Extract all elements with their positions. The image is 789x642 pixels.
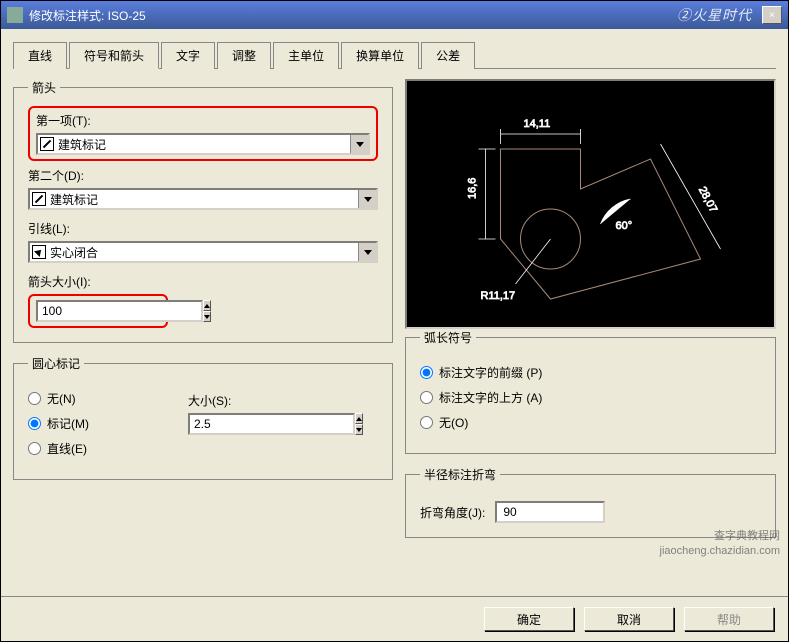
- arc-symbol-legend: 弧长符号: [420, 329, 476, 346]
- first-arrow-label: 第一项(T):: [36, 112, 370, 129]
- arc-preceding-radio[interactable]: [420, 366, 433, 379]
- arrow-size-label: 箭头大小(I):: [28, 273, 378, 290]
- arrow-size-highlight: [28, 294, 168, 328]
- tab-primary-units[interactable]: 主单位: [273, 42, 339, 69]
- solid-arrow-icon: [32, 245, 46, 259]
- arc-none-label: 无(O): [439, 414, 468, 431]
- arc-symbol-group: 弧长符号 标注文字的前缀 (P) 标注文字的上方 (A) 无(O): [405, 329, 776, 454]
- spinner-up-icon[interactable]: [203, 300, 211, 311]
- dialog-button-bar: 确定 取消 帮助: [1, 596, 788, 641]
- svg-text:R11,17: R11,17: [481, 290, 516, 302]
- arrowheads-legend: 箭头: [28, 79, 60, 96]
- arrow-size-spinner[interactable]: [36, 300, 131, 322]
- tab-fit[interactable]: 调整: [217, 42, 271, 69]
- dialog-window: 修改标注样式: ISO-25 ②火星时代 × 直线 符号和箭头 文字 调整 主单…: [0, 0, 789, 642]
- close-button[interactable]: ×: [762, 6, 782, 24]
- arch-tick-icon: [32, 192, 46, 206]
- second-arrow-label: 第二个(D):: [28, 167, 378, 184]
- window-title: 修改标注样式: ISO-25: [29, 7, 146, 24]
- titlebar: 修改标注样式: ISO-25 ②火星时代 ×: [1, 1, 788, 29]
- leader-arrow-dropdown[interactable]: 实心闭合: [28, 241, 378, 263]
- jog-angle-label: 折弯角度(J):: [420, 504, 485, 521]
- tab-tolerances[interactable]: 公差: [421, 42, 475, 69]
- dimension-preview: 14,11 16,6 28,07 60° R11,17: [405, 79, 776, 329]
- center-line-label: 直线(E): [47, 440, 87, 457]
- chevron-down-icon: [358, 190, 376, 208]
- tab-lines[interactable]: 直线: [13, 42, 67, 69]
- center-size-input[interactable]: [188, 413, 355, 435]
- chevron-down-icon: [350, 135, 368, 153]
- arc-none-radio[interactable]: [420, 416, 433, 429]
- titlebar-watermark: ②火星时代: [677, 5, 758, 25]
- ok-button[interactable]: 确定: [484, 607, 574, 631]
- tab-alt-units[interactable]: 换算单位: [341, 42, 419, 69]
- app-icon: [7, 7, 23, 23]
- center-none-label: 无(N): [47, 390, 76, 407]
- spinner-down-icon[interactable]: [355, 424, 363, 435]
- help-button[interactable]: 帮助: [684, 607, 774, 631]
- jog-group: 半径标注折弯 折弯角度(J):: [405, 466, 776, 538]
- first-arrow-highlight: 第一项(T): 建筑标记: [28, 106, 378, 161]
- arrowheads-group: 箭头 第一项(T): 建筑标记 第二个(D): 建筑标记: [13, 79, 393, 343]
- arrow-size-input[interactable]: [36, 300, 203, 322]
- jog-angle-input[interactable]: [495, 501, 605, 523]
- tab-bar: 直线 符号和箭头 文字 调整 主单位 换算单位 公差: [13, 41, 776, 69]
- corner-watermark: 查字典教程网 jiaocheng.chazidian.com: [660, 529, 780, 558]
- svg-text:14,11: 14,11: [524, 118, 551, 130]
- cancel-button[interactable]: 取消: [584, 607, 674, 631]
- center-line-radio[interactable]: [28, 442, 41, 455]
- spinner-up-icon[interactable]: [355, 413, 363, 424]
- arc-above-radio[interactable]: [420, 391, 433, 404]
- tab-symbols-arrows[interactable]: 符号和箭头: [69, 42, 159, 69]
- center-none-radio[interactable]: [28, 392, 41, 405]
- center-mark-radio[interactable]: [28, 417, 41, 430]
- leader-arrow-label: 引线(L):: [28, 220, 378, 237]
- svg-text:60°: 60°: [616, 220, 633, 232]
- arch-tick-icon: [40, 137, 54, 151]
- center-size-spinner[interactable]: [188, 413, 283, 435]
- tab-text[interactable]: 文字: [161, 42, 215, 69]
- spinner-down-icon[interactable]: [203, 311, 211, 322]
- first-arrow-dropdown[interactable]: 建筑标记: [36, 133, 370, 155]
- center-mark-label: 标记(M): [47, 415, 89, 432]
- svg-text:28,07: 28,07: [696, 185, 720, 215]
- center-marks-legend: 圆心标记: [28, 355, 84, 372]
- arc-above-label: 标注文字的上方 (A): [439, 389, 542, 406]
- second-arrow-dropdown[interactable]: 建筑标记: [28, 188, 378, 210]
- arc-preceding-label: 标注文字的前缀 (P): [439, 364, 542, 381]
- center-marks-group: 圆心标记 无(N) 标记(M): [13, 355, 393, 480]
- center-size-label: 大小(S):: [188, 392, 283, 409]
- jog-legend: 半径标注折弯: [420, 466, 500, 483]
- chevron-down-icon: [358, 243, 376, 261]
- svg-text:16,6: 16,6: [467, 178, 479, 199]
